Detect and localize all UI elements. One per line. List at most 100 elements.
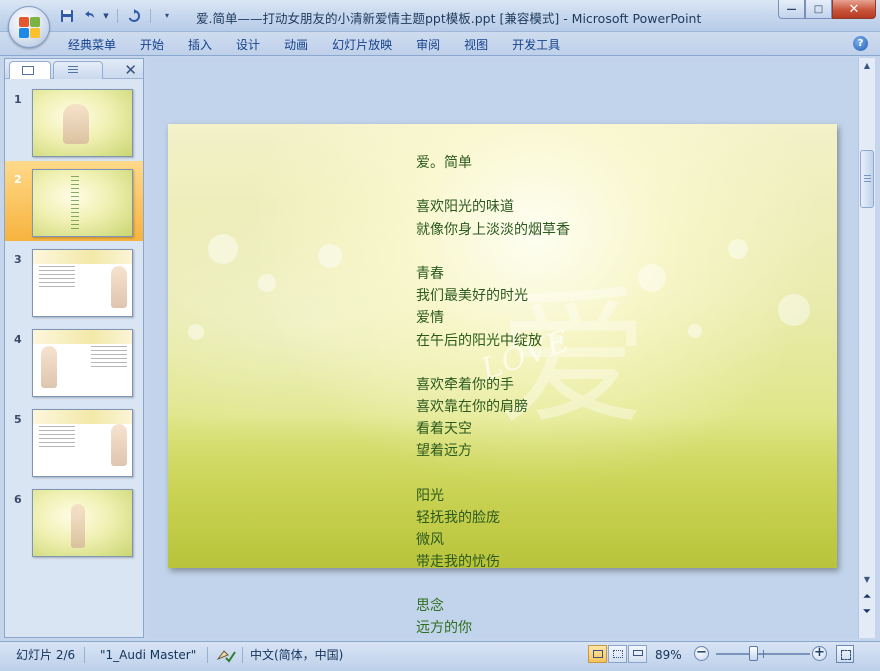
thumbnail-figure (111, 266, 127, 308)
qat-separator (150, 8, 151, 23)
normal-view-button[interactable] (588, 645, 607, 663)
slide-thumbnail[interactable] (32, 169, 133, 237)
slide-text-line: 青春 (416, 265, 444, 282)
fit-to-window-button[interactable] (836, 645, 854, 663)
zoom-level[interactable]: 89% (655, 646, 682, 664)
slide-text-line: 就像你身上淡淡的烟草香 (416, 221, 570, 238)
scrollbar-thumb[interactable] (860, 150, 874, 208)
zoom-in-button[interactable]: + (812, 646, 827, 661)
chevron-down-icon[interactable]: ▼ (102, 7, 110, 24)
slide-thumbnail-row[interactable]: 4 (5, 321, 143, 401)
undo-icon[interactable] (80, 7, 98, 24)
status-bar: 幻灯片 2/6 "1_Audi Master" 中文(简体，中国) 89% − … (0, 641, 880, 671)
slide-thumbnail-row[interactable]: 5 (5, 401, 143, 481)
tab-animations[interactable]: 动画 (272, 36, 320, 54)
slide-text-box[interactable]: 爱。简单 喜欢阳光的味道 就像你身上淡淡的烟草香 青春 我们最美好的时光 爱情 在午后的阳光… (416, 152, 570, 568)
thumbnail-text (39, 426, 75, 448)
slide-show-button[interactable] (628, 645, 647, 663)
slide-text-line (416, 241, 570, 263)
outline-icon (68, 66, 78, 75)
close-button[interactable]: ✕ (832, 0, 876, 19)
slide-sorter-icon (613, 650, 623, 658)
tab-insert[interactable]: 插入 (176, 36, 224, 54)
tab-view[interactable]: 视图 (452, 36, 500, 54)
slide-number: 6 (14, 493, 22, 506)
slide-text-line: 爱情 (416, 310, 444, 327)
close-icon[interactable]: ✕ (124, 61, 137, 79)
minimize-button[interactable]: — (778, 0, 805, 19)
bokeh-decoration (688, 324, 702, 338)
slide-text-line: 思念 (416, 598, 444, 614)
slide-text-line: 望着远方 (416, 443, 472, 460)
tab-review[interactable]: 审阅 (404, 36, 452, 54)
slide-text-line (416, 352, 570, 374)
slide-thumbnail[interactable] (32, 489, 133, 557)
spell-check-icon[interactable] (216, 647, 236, 663)
office-button[interactable] (8, 6, 50, 48)
zoom-out-button[interactable]: − (694, 646, 709, 661)
window-title: 爱.简单——打动女朋友的小清新爱情主题ppt模板.ppt [兼容模式] - Mi… (196, 11, 702, 26)
slide-number: 2 (14, 173, 22, 186)
tab-slides[interactable] (9, 61, 51, 79)
slide-thumbnail-row[interactable]: 3 (5, 241, 143, 321)
slide-canvas[interactable]: 爱 LOVE 爱。简单 喜欢阳光的味道 就像你身上淡淡的烟草香 青春 我们最美好的时光爱… (168, 124, 837, 568)
help-icon[interactable]: ? (853, 36, 868, 51)
slide-text-line (416, 463, 570, 485)
vertical-scrollbar[interactable]: ▲ ▼ ⏶ ⏷ (858, 58, 875, 638)
slide-thumbnail[interactable] (32, 89, 133, 157)
scroll-down-icon[interactable]: ▼ (860, 572, 874, 587)
slide-text-line: 轻抚我的脸庞 (416, 510, 500, 526)
slide-thumbnail[interactable] (32, 249, 133, 317)
tab-design[interactable]: 设计 (224, 36, 272, 54)
slide-thumbnail-row[interactable]: 2 (5, 161, 143, 241)
thumbnail-figure (63, 104, 89, 144)
thumbnail-list: 1 2 3 4 5 6 (5, 81, 143, 561)
thumbnail-figure (111, 424, 127, 466)
thumbnail-band (33, 410, 132, 424)
slide-text-line: 阳光 (416, 487, 444, 504)
maximize-button[interactable]: □ (805, 0, 832, 19)
tab-outline[interactable] (53, 61, 103, 79)
slide-text-line: 爱。简单 (416, 155, 472, 171)
bokeh-decoration (318, 244, 342, 268)
next-slide-icon[interactable]: ⏷ (860, 606, 874, 619)
slides-icon (22, 66, 34, 75)
overflow-text-box[interactable]: 思念 远方的你 (416, 595, 472, 639)
slide-editing-area[interactable]: 爱 LOVE 爱。简单 喜欢阳光的味道 就像你身上淡淡的烟草香 青春 我们最美好的时光爱… (148, 58, 858, 638)
previous-slide-icon[interactable]: ⏶ (860, 591, 874, 604)
zoom-slider-handle[interactable] (749, 646, 758, 661)
save-icon[interactable] (58, 7, 76, 24)
slide-text-line: 喜欢牵着你的手 (416, 376, 514, 393)
thumbnail-text (91, 346, 127, 368)
slide-thumbnail[interactable] (32, 329, 133, 397)
normal-view-icon (593, 650, 603, 658)
slide-thumbnail-row[interactable]: 6 (5, 481, 143, 561)
tab-slide-show[interactable]: 幻灯片放映 (320, 36, 404, 54)
title-bar: ▼ ▾ 爱.简单——打动女朋友的小清新爱情主题ppt模板.ppt [兼容模式] … (0, 0, 880, 32)
slide-sorter-button[interactable] (608, 645, 627, 663)
status-separator (84, 647, 85, 663)
slide-text-line: 微风 (416, 532, 444, 549)
slide-text-line (416, 174, 570, 196)
slide-text-line: 喜欢靠在你的肩膀 (416, 399, 528, 416)
customize-icon[interactable]: ▾ (158, 7, 176, 24)
tab-developer[interactable]: 开发工具 (500, 36, 572, 54)
status-separator (242, 647, 243, 663)
scroll-up-icon[interactable]: ▲ (860, 58, 874, 73)
zoom-slider-midpoint (763, 650, 764, 658)
slide-thumbnail[interactable] (32, 409, 133, 477)
slide-text-line: 喜欢阳光的味道 (416, 199, 514, 216)
thumbnail-band (33, 330, 132, 344)
bokeh-decoration (728, 239, 748, 259)
pane-tabs: ✕ (5, 59, 143, 79)
redo-icon[interactable] (125, 7, 143, 24)
language-indicator[interactable]: 中文(简体，中国) (250, 646, 343, 664)
slide-thumbnail-row[interactable]: 1 (5, 81, 143, 161)
bokeh-decoration (258, 274, 276, 292)
slide-show-icon (633, 650, 643, 656)
tab-classic-menu[interactable]: 经典菜单 (56, 36, 128, 54)
theme-name[interactable]: "1_Audi Master" (100, 646, 196, 664)
tab-home[interactable]: 开始 (128, 36, 176, 54)
slide-text-line: 看着天空 (416, 421, 472, 438)
quick-access-toolbar: ▼ ▾ (58, 7, 176, 24)
